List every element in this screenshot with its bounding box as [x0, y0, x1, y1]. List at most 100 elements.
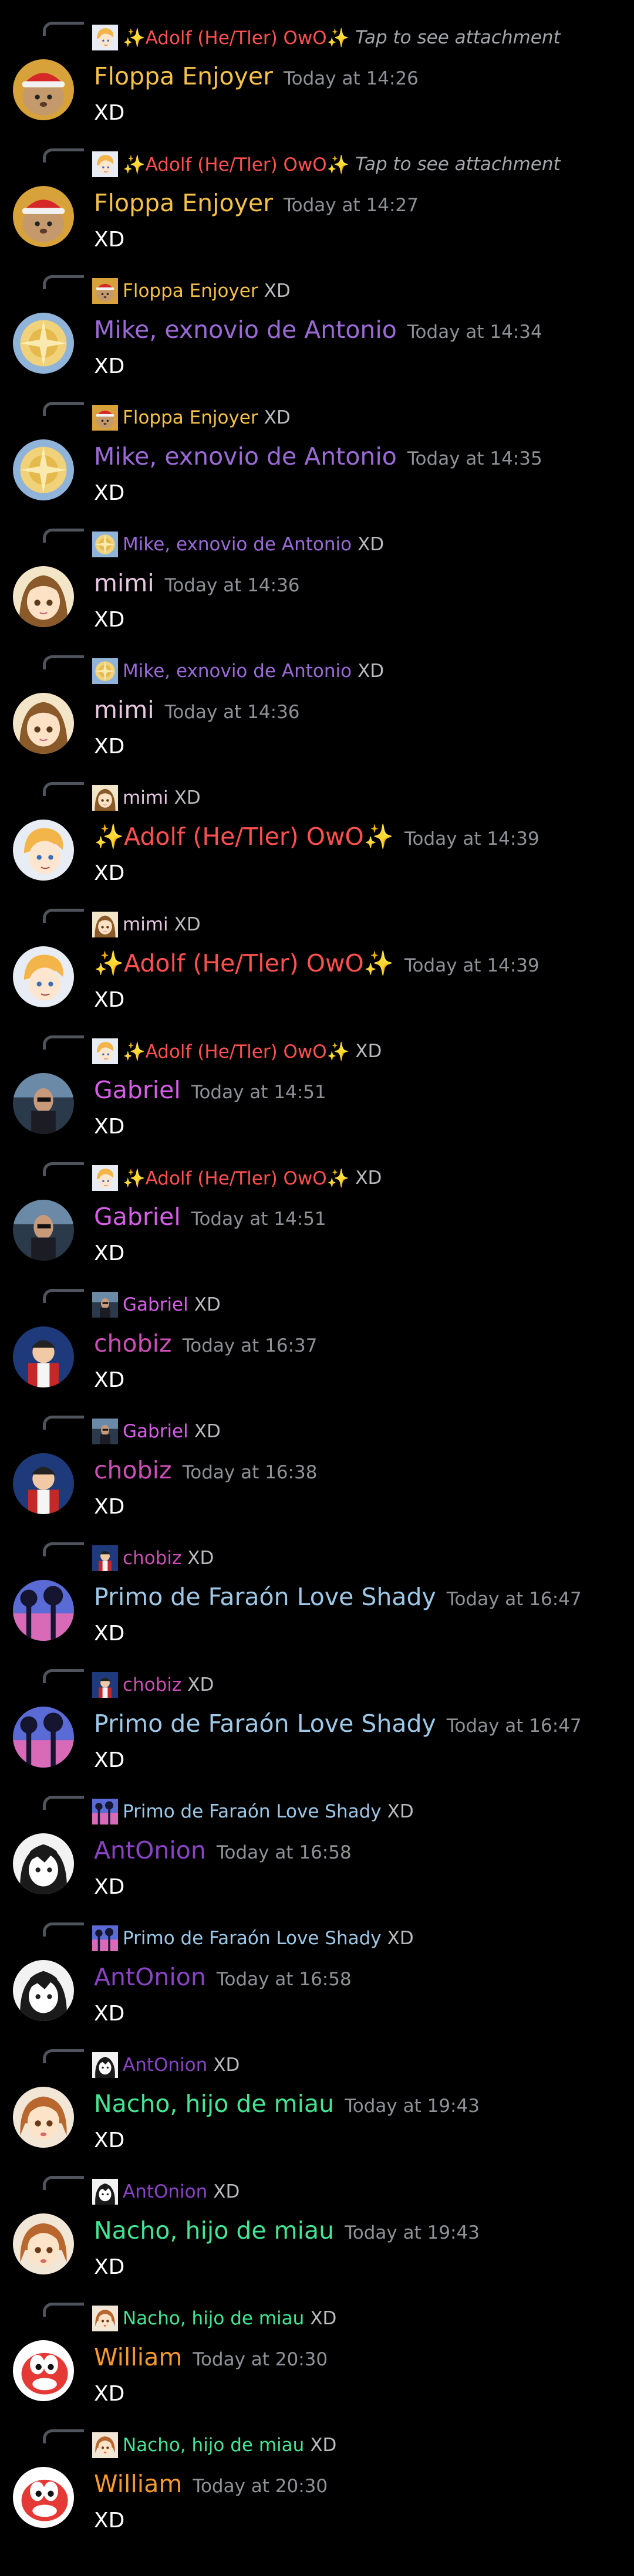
- message-item[interactable]: Nacho, hijo de miau XD William Today at …: [0, 2281, 634, 2408]
- reply-author-name[interactable]: Floppa Enjoyer: [123, 407, 258, 428]
- reply-author-name[interactable]: Primo de Faraón Love Shady: [123, 1928, 382, 1949]
- reply-preview[interactable]: Mike, exnovio de Antonio XD: [92, 657, 384, 685]
- reply-preview[interactable]: ✨Adolf (He/Tler) OwO✨ Tap to see attachm…: [92, 150, 561, 178]
- avatar[interactable]: [13, 1326, 74, 1387]
- message-item[interactable]: Mike, exnovio de Antonio XD mimi Today a…: [0, 507, 634, 634]
- author-name[interactable]: Gabriel: [94, 1203, 181, 1231]
- author-name[interactable]: William: [94, 2470, 182, 2498]
- author-name[interactable]: ✨Adolf (He/Tler) OwO✨: [94, 822, 394, 851]
- message-item[interactable]: AntOnion XD Nacho, hijo de miau Today at…: [0, 2027, 634, 2154]
- avatar[interactable]: [13, 186, 74, 247]
- avatar[interactable]: [13, 1073, 74, 1134]
- reply-preview[interactable]: Nacho, hijo de miau XD: [92, 2304, 336, 2333]
- avatar[interactable]: [13, 1707, 74, 1768]
- reply-author-name[interactable]: Mike, exnovio de Antonio: [123, 661, 352, 682]
- reply-preview[interactable]: chobiz XD: [92, 1671, 214, 1699]
- message-item[interactable]: ✨Adolf (He/Tler) OwO✨ XD Gabriel Today a…: [0, 1140, 634, 1267]
- message-item[interactable]: mimi XD ✨Adolf (He/Tler) OwO✨ Today at 1…: [0, 887, 634, 1014]
- message-item[interactable]: chobiz XD Primo de Faraón Love Shady Tod…: [0, 1647, 634, 1774]
- message-item[interactable]: Floppa Enjoyer XD Mike, exnovio de Anton…: [0, 253, 634, 380]
- reply-author-name[interactable]: chobiz: [123, 1674, 181, 1695]
- reply-author-name[interactable]: AntOnion: [123, 2181, 207, 2202]
- reply-preview[interactable]: mimi XD: [92, 910, 201, 939]
- avatar[interactable]: [13, 946, 74, 1007]
- reply-author-name[interactable]: ✨Adolf (He/Tler) OwO✨: [123, 1041, 349, 1062]
- author-name[interactable]: Gabriel: [94, 1076, 181, 1104]
- avatar[interactable]: [13, 2467, 74, 2528]
- reply-preview[interactable]: AntOnion XD: [92, 2051, 240, 2079]
- reply-author-name[interactable]: ✨Adolf (He/Tler) OwO✨: [123, 1167, 349, 1189]
- message-item[interactable]: Mike, exnovio de Antonio XD mimi Today a…: [0, 634, 634, 760]
- reply-preview[interactable]: Primo de Faraón Love Shady XD: [92, 1798, 414, 1826]
- author-name[interactable]: Floppa Enjoyer: [94, 62, 273, 90]
- avatar[interactable]: [13, 566, 74, 627]
- reply-preview[interactable]: mimi XD: [92, 784, 201, 812]
- author-name[interactable]: chobiz: [94, 1456, 172, 1484]
- reply-author-name[interactable]: chobiz: [123, 1548, 181, 1569]
- reply-preview[interactable]: AntOnion XD: [92, 2178, 240, 2206]
- author-name[interactable]: Nacho, hijo de miau: [94, 2216, 334, 2245]
- message-item[interactable]: Nacho, hijo de miau XD William Today at …: [0, 2408, 634, 2534]
- reply-author-name[interactable]: ✨Adolf (He/Tler) OwO✨: [123, 27, 349, 49]
- author-name[interactable]: Nacho, hijo de miau: [94, 2090, 334, 2118]
- avatar[interactable]: [13, 1833, 74, 1894]
- reply-preview[interactable]: Floppa Enjoyer XD: [92, 404, 291, 432]
- reply-preview[interactable]: ✨Adolf (He/Tler) OwO✨ Tap to see attachm…: [92, 23, 561, 52]
- avatar[interactable]: [13, 313, 74, 374]
- reply-author-name[interactable]: ✨Adolf (He/Tler) OwO✨: [123, 154, 349, 175]
- author-name[interactable]: mimi: [94, 696, 154, 724]
- message-item[interactable]: Primo de Faraón Love Shady XD AntOnion T…: [0, 1774, 634, 1901]
- avatar[interactable]: [13, 693, 74, 754]
- reply-preview[interactable]: chobiz XD: [92, 1544, 214, 1572]
- author-name[interactable]: mimi: [94, 569, 154, 597]
- author-name[interactable]: Mike, exnovio de Antonio: [94, 316, 397, 344]
- reply-author-name[interactable]: mimi: [123, 787, 168, 808]
- author-name[interactable]: Primo de Faraón Love Shady: [94, 1583, 436, 1611]
- reply-author-name[interactable]: Gabriel: [123, 1421, 188, 1442]
- reply-preview[interactable]: Gabriel XD: [92, 1417, 221, 1446]
- author-name[interactable]: Primo de Faraón Love Shady: [94, 1710, 436, 1738]
- reply-preview[interactable]: ✨Adolf (He/Tler) OwO✨ XD: [92, 1037, 382, 1065]
- reply-author-name[interactable]: Gabriel: [123, 1294, 188, 1315]
- avatar[interactable]: [13, 439, 74, 500]
- avatar[interactable]: [13, 2340, 74, 2401]
- avatar[interactable]: [13, 1200, 74, 1261]
- message-item[interactable]: Floppa Enjoyer XD Mike, exnovio de Anton…: [0, 380, 634, 507]
- avatar[interactable]: [13, 59, 74, 120]
- author-name[interactable]: AntOnion: [94, 1836, 206, 1864]
- reply-author-name[interactable]: Floppa Enjoyer: [123, 280, 258, 302]
- avatar[interactable]: [13, 2087, 74, 2148]
- reply-author-name[interactable]: AntOnion: [123, 2054, 207, 2076]
- avatar[interactable]: [13, 2213, 74, 2274]
- message-item[interactable]: chobiz XD Primo de Faraón Love Shady Tod…: [0, 1521, 634, 1647]
- avatar[interactable]: [13, 820, 74, 881]
- message-item[interactable]: mimi XD ✨Adolf (He/Tler) OwO✨ Today at 1…: [0, 760, 634, 887]
- message-item[interactable]: AntOnion XD Nacho, hijo de miau Today at…: [0, 2154, 634, 2281]
- reply-preview[interactable]: Primo de Faraón Love Shady XD: [92, 1924, 414, 1952]
- author-name[interactable]: Mike, exnovio de Antonio: [94, 442, 397, 470]
- message-list[interactable]: ✨Adolf (He/Tler) OwO✨ Tap to see attachm…: [0, 0, 634, 2576]
- reply-preview[interactable]: ✨Adolf (He/Tler) OwO✨ XD: [92, 1164, 382, 1192]
- reply-preview[interactable]: Gabriel XD: [92, 1291, 221, 1319]
- message-item[interactable]: ✨Adolf (He/Tler) OwO✨ Tap to see attachm…: [0, 0, 634, 127]
- reply-author-name[interactable]: mimi: [123, 914, 168, 935]
- author-name[interactable]: ✨Adolf (He/Tler) OwO✨: [94, 949, 394, 978]
- avatar[interactable]: [13, 1453, 74, 1514]
- reply-preview[interactable]: Floppa Enjoyer XD: [92, 277, 291, 305]
- message-item[interactable]: Gabriel XD chobiz Today at 16:37 XD: [0, 1267, 634, 1394]
- reply-preview[interactable]: Nacho, hijo de miau XD: [92, 2431, 336, 2459]
- avatar[interactable]: [13, 1960, 74, 2021]
- message-item[interactable]: Primo de Faraón Love Shady XD AntOnion T…: [0, 1901, 634, 2027]
- reply-author-name[interactable]: Nacho, hijo de miau: [123, 2308, 304, 2329]
- author-name[interactable]: AntOnion: [94, 1963, 206, 1991]
- reply-author-name[interactable]: Mike, exnovio de Antonio: [123, 534, 352, 555]
- author-name[interactable]: Floppa Enjoyer: [94, 189, 273, 217]
- author-name[interactable]: chobiz: [94, 1329, 172, 1358]
- message-item[interactable]: Gabriel XD chobiz Today at 16:38 XD: [0, 1394, 634, 1521]
- message-item[interactable]: ✨Adolf (He/Tler) OwO✨ XD Gabriel Today a…: [0, 1014, 634, 1140]
- reply-author-name[interactable]: Primo de Faraón Love Shady: [123, 1801, 382, 1822]
- reply-preview[interactable]: Mike, exnovio de Antonio XD: [92, 530, 384, 558]
- message-item[interactable]: ✨Adolf (He/Tler) OwO✨ Tap to see attachm…: [0, 127, 634, 253]
- avatar[interactable]: [13, 1580, 74, 1641]
- author-name[interactable]: William: [94, 2343, 182, 2371]
